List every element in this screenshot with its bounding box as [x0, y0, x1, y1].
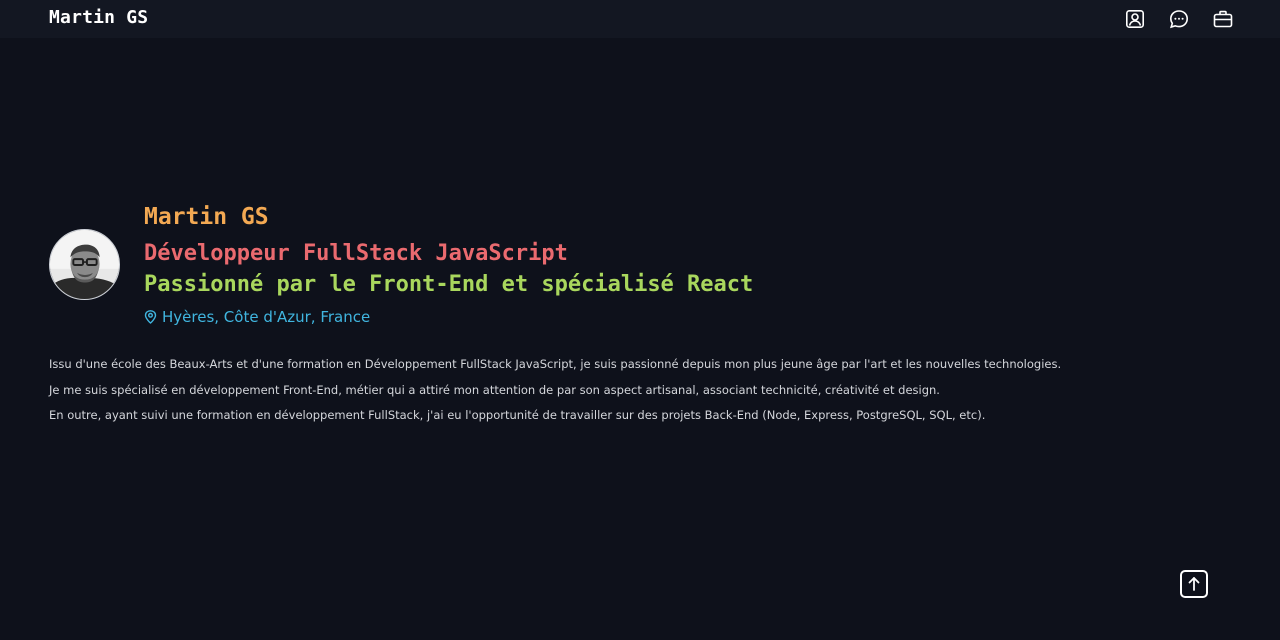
job-title: Développeur FullStack JavaScript — [144, 241, 568, 266]
map-pin-icon — [144, 310, 157, 324]
page-title: Martin GS — [144, 204, 269, 230]
location-text: Hyères, Côte d'Azur, France — [162, 308, 371, 326]
bio-paragraph: En outre, ayant suivi une formation en d… — [49, 408, 986, 422]
hero-titles: Martin GS Développeur FullStack JavaScri… — [144, 198, 753, 333]
avatar — [49, 229, 120, 300]
bio-paragraph: Issu d'une école des Beaux-Arts et d'une… — [49, 357, 1062, 371]
scroll-to-top-button[interactable] — [1180, 570, 1208, 598]
tagline: Passionné par le Front-End et spécialisé… — [144, 272, 754, 297]
user-profile-icon[interactable] — [1125, 9, 1145, 29]
bio-section: Issu d'une école des Beaux-Arts et d'une… — [49, 352, 1149, 429]
nav-icons — [1125, 9, 1233, 29]
brand-link[interactable]: Martin GS — [49, 7, 148, 28]
location: Hyères, Côte d'Azur, France — [144, 301, 753, 333]
briefcase-icon[interactable] — [1213, 9, 1233, 29]
arrow-up-icon — [1182, 572, 1206, 596]
navbar: Martin GS — [0, 0, 1280, 38]
chat-bubble-icon[interactable] — [1169, 9, 1189, 29]
bio-paragraph: Je me suis spécialisé en développement F… — [49, 382, 940, 397]
